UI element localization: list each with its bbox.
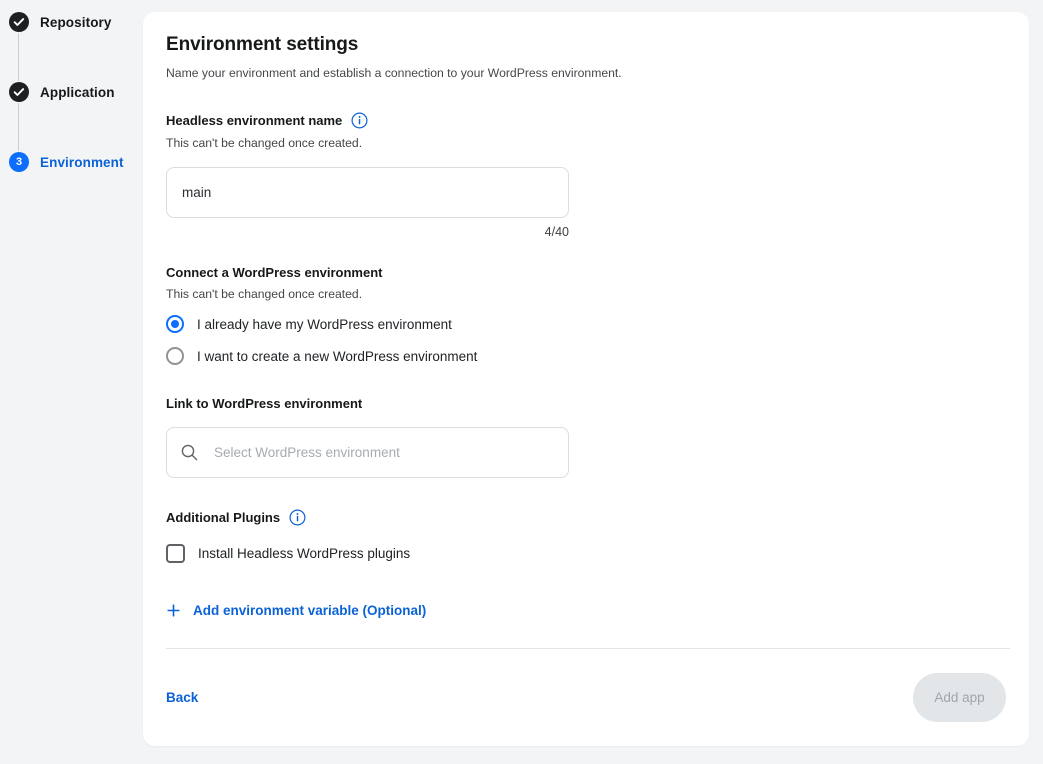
plugins-label: Additional Plugins [166, 510, 280, 525]
card-body: Environment settings Name your environme… [143, 12, 1029, 618]
link-env-section: Link to WordPress environment [166, 396, 1006, 478]
env-name-input-wrap: 4/40 [166, 167, 569, 239]
env-name-label: Headless environment name [166, 113, 342, 128]
radio-option-existing-env[interactable]: I already have my WordPress environment [166, 315, 1006, 333]
sidebar-step-environment[interactable]: 3 Environment [0, 151, 143, 173]
env-name-hint: This can't be changed once created. [166, 136, 1006, 150]
env-name-input[interactable] [166, 167, 569, 218]
check-icon [9, 12, 29, 32]
environment-settings-card: Environment settings Name your environme… [143, 12, 1029, 746]
stepper-sidebar: Repository Application 3 Environment [0, 0, 143, 764]
page-title: Environment settings [166, 34, 1006, 56]
info-icon[interactable] [351, 112, 368, 129]
plugins-section: Additional Plugins Install Headless Word… [166, 509, 1006, 563]
sidebar-step-application[interactable]: Application [0, 81, 143, 103]
env-name-section: Headless environment name This can't be … [166, 112, 1006, 239]
plugins-label-row: Additional Plugins [166, 509, 1006, 526]
sidebar-step-label: Environment [40, 155, 124, 170]
sidebar-step-label: Application [40, 85, 115, 100]
search-icon [180, 443, 199, 462]
step-number-badge: 3 [9, 152, 29, 172]
link-env-select[interactable] [166, 427, 569, 478]
radio-label: I want to create a new WordPress environ… [197, 349, 477, 364]
back-button[interactable]: Back [166, 690, 198, 705]
connect-env-hint: This can't be changed once created. [166, 287, 1006, 301]
radio-indicator[interactable] [166, 315, 184, 333]
page-subtitle: Name your environment and establish a co… [166, 65, 1006, 81]
connect-env-section: Connect a WordPress environment This can… [166, 265, 1006, 365]
card-footer: Back Add app [143, 648, 1029, 746]
add-environment-variable-button[interactable]: Add environment variable (Optional) [166, 603, 426, 618]
radio-option-new-env[interactable]: I want to create a new WordPress environ… [166, 347, 1006, 365]
plus-icon [166, 603, 181, 618]
link-env-label: Link to WordPress environment [166, 396, 1006, 411]
search-input[interactable] [212, 444, 555, 461]
radio-label: I already have my WordPress environment [197, 317, 452, 332]
radio-indicator[interactable] [166, 347, 184, 365]
info-icon[interactable] [289, 509, 306, 526]
env-name-label-row: Headless environment name [166, 112, 1006, 129]
checkbox-indicator[interactable] [166, 544, 185, 563]
connect-env-label: Connect a WordPress environment [166, 265, 1006, 280]
stepper-connector [18, 33, 19, 81]
stepper-connector [18, 103, 19, 151]
char-counter: 4/40 [166, 225, 569, 239]
sidebar-step-repository[interactable]: Repository [0, 11, 143, 33]
add-environment-variable-label: Add environment variable (Optional) [193, 603, 426, 618]
checkbox-label: Install Headless WordPress plugins [198, 546, 410, 561]
install-plugins-checkbox-row[interactable]: Install Headless WordPress plugins [166, 544, 1006, 563]
onboarding-page: Repository Application 3 Environment Env… [0, 0, 1043, 764]
sidebar-step-label: Repository [40, 15, 112, 30]
check-icon [9, 82, 29, 102]
add-app-button[interactable]: Add app [913, 673, 1006, 722]
